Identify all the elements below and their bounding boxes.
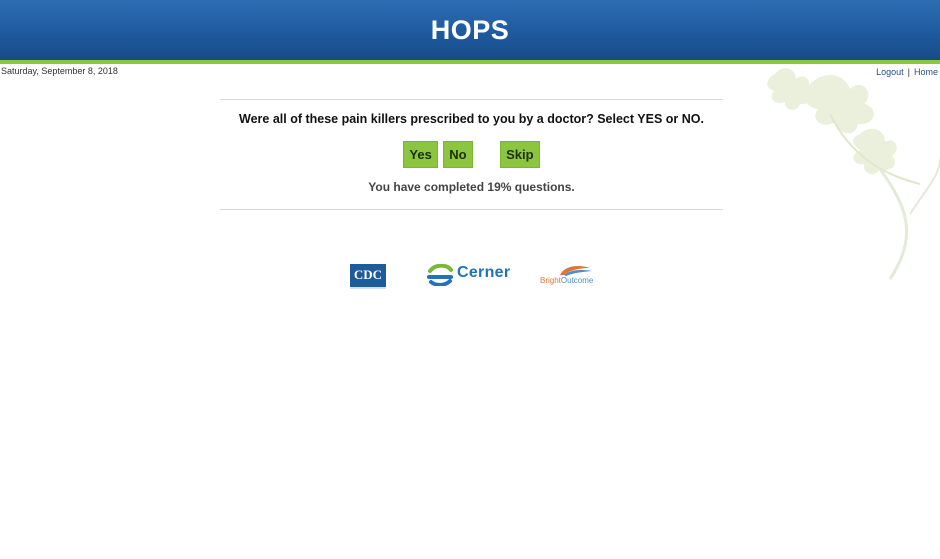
bright-part: Bright bbox=[540, 276, 561, 285]
brightoutcome-logo: BrightOutcome bbox=[540, 264, 610, 288]
cerner-logo-text: Cerner bbox=[457, 264, 511, 281]
question-text: Were all of these pain killers prescribe… bbox=[239, 112, 704, 126]
app-header: HOPS bbox=[0, 0, 940, 64]
cerner-logo-icon bbox=[427, 263, 453, 287]
answer-buttons: Yes No Skip bbox=[220, 141, 723, 168]
no-button[interactable]: No bbox=[443, 141, 473, 168]
cdc-logo-icon: CDC bbox=[350, 264, 386, 289]
partner-logos: CDC Cerner BrightOutcome bbox=[0, 262, 940, 289]
progress-text: You have completed 19% questions. bbox=[368, 180, 575, 194]
current-date: Saturday, September 8, 2018 bbox=[1, 66, 118, 76]
outcome-part: Outcome bbox=[560, 276, 594, 285]
yes-button[interactable]: Yes bbox=[403, 141, 438, 168]
skip-button[interactable]: Skip bbox=[500, 141, 540, 168]
question-panel: Were all of these pain killers prescribe… bbox=[220, 99, 723, 210]
app-title: HOPS bbox=[430, 15, 510, 45]
brightoutcome-logo-text: BrightOutcome bbox=[540, 276, 593, 285]
cerner-logo: Cerner bbox=[427, 263, 510, 288]
brightoutcome-logo-icon bbox=[560, 266, 592, 276]
